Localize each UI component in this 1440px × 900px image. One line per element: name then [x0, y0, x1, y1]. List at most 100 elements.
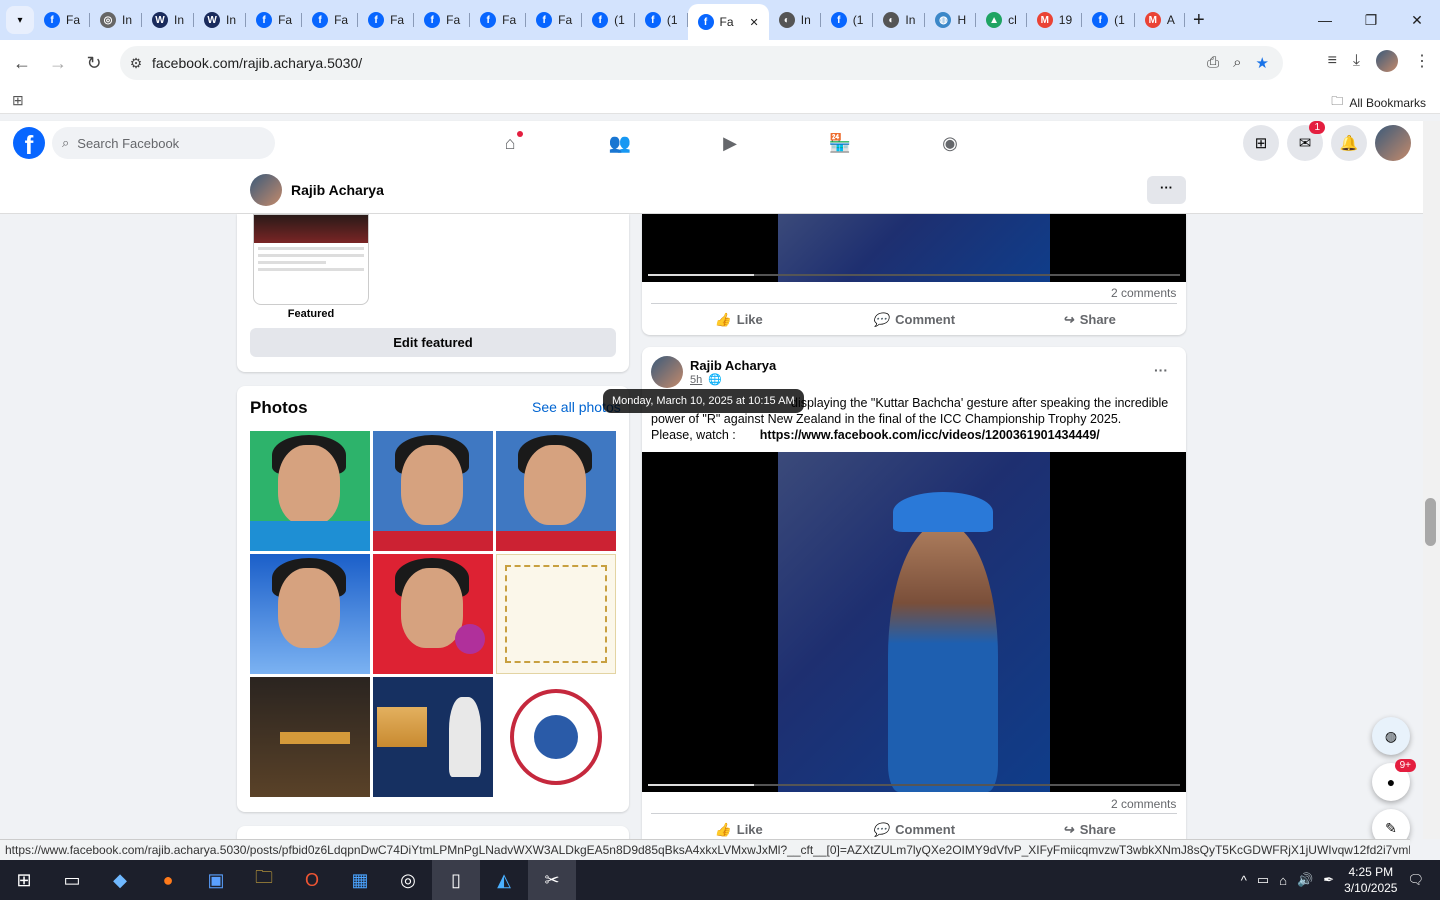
site-settings-icon[interactable]: ⚙ — [120, 55, 152, 72]
video-player[interactable] — [642, 452, 1186, 792]
edit-featured-button[interactable]: Edit featured — [250, 328, 616, 357]
post-author-name[interactable]: Rajib Acharya — [690, 358, 776, 373]
browser-tab[interactable]: ◎ In — [90, 4, 143, 36]
profile-avatar[interactable] — [1376, 50, 1398, 72]
video-player[interactable] — [642, 214, 1186, 282]
photo-thumb[interactable] — [250, 554, 370, 674]
comments-count[interactable]: 2 comments — [1111, 286, 1176, 300]
photo-thumb[interactable] — [250, 677, 370, 797]
browser-tab[interactable]: ◍ H — [925, 4, 976, 36]
browser-tab[interactable]: ◐ In — [769, 4, 821, 36]
photo-thumb[interactable] — [373, 677, 493, 797]
clock[interactable]: 4:25 PM 3/10/2025 — [1344, 864, 1397, 896]
more-options-button[interactable]: ··· — [1147, 176, 1186, 204]
browser-tab[interactable]: f Fa ✕ — [687, 4, 769, 40]
reload-icon[interactable]: ↻ — [76, 53, 112, 74]
network-icon[interactable]: ⌂ — [1279, 873, 1287, 888]
notifications-bell-icon[interactable]: 🔔 — [1331, 125, 1367, 161]
apps-grid-icon[interactable]: ⊞ — [12, 92, 24, 109]
omnibox[interactable]: ⚙ facebook.com/rajib.acharya.5030/ ⎙ ⌕ ★ — [120, 46, 1283, 80]
store-icon[interactable]: ▦ — [336, 860, 384, 900]
copilot-icon[interactable]: ◆ — [96, 860, 144, 900]
share-button[interactable]: ↪ Share — [1002, 822, 1177, 838]
post-menu-icon[interactable]: ··· — [1154, 362, 1168, 378]
post-timestamp[interactable]: 5h — [690, 374, 702, 386]
media-icon[interactable]: ≡ — [1328, 52, 1337, 70]
photos-app-icon[interactable]: ◭ — [480, 860, 528, 900]
photo-thumb[interactable] — [496, 431, 616, 551]
photo-thumb[interactable] — [496, 554, 616, 674]
browser-tab[interactable]: W In — [142, 4, 195, 36]
friends-icon[interactable]: 👥 — [565, 121, 675, 166]
search-input[interactable]: Search Facebook — [77, 136, 179, 151]
groups-icon[interactable]: ◉ — [895, 121, 1005, 166]
opera-icon[interactable]: O — [288, 860, 336, 900]
app-icon[interactable]: ▣ — [192, 860, 240, 900]
volume-icon[interactable]: 🔊 — [1297, 872, 1313, 888]
download-icon[interactable]: ⤓ — [1353, 52, 1360, 70]
browser-tab[interactable]: f Fa — [526, 4, 583, 36]
comment-button[interactable]: 💬 Comment — [826, 822, 1001, 838]
back-icon[interactable]: ← — [4, 53, 40, 74]
comments-count[interactable]: 2 comments — [1111, 797, 1176, 811]
zoom-icon[interactable]: ⌕ — [1233, 54, 1241, 72]
install-app-icon[interactable]: ⎙ — [1207, 54, 1219, 72]
browser-tab[interactable]: f (1 — [582, 4, 635, 36]
like-button[interactable]: 👍 Like — [651, 822, 826, 838]
chevron-up-icon[interactable]: ^ — [1241, 873, 1247, 888]
browser-tab[interactable]: f (1 — [635, 4, 688, 36]
browser-tab[interactable]: ▲ cl — [976, 4, 1027, 36]
messenger-icon[interactable]: ✉ 1 — [1287, 121, 1325, 161]
url-text[interactable]: facebook.com/rajib.acharya.5030/ — [152, 55, 362, 71]
close-tab-icon[interactable]: ✕ — [750, 16, 759, 29]
comment-button[interactable]: 💬 Comment — [826, 312, 1001, 328]
chrome-icon[interactable]: ◎ — [384, 860, 432, 900]
search-bar[interactable]: ⌕ Search Facebook — [52, 127, 275, 159]
browser-tab[interactable]: f Fa — [246, 4, 303, 36]
forward-icon[interactable]: → — [40, 53, 76, 74]
menu-kebab-icon[interactable]: ⋮ — [1414, 51, 1430, 71]
browser-tab[interactable]: f Fa — [470, 4, 527, 36]
home-icon[interactable]: ⌂ — [455, 121, 565, 166]
menu-grid-icon[interactable]: ⊞ — [1243, 125, 1279, 161]
notification-center-icon[interactable]: 🗨 — [1407, 872, 1424, 888]
photo-thumb[interactable] — [373, 554, 493, 674]
chat-bubble-icon[interactable]: ◍ — [1372, 717, 1410, 755]
all-bookmarks[interactable]: 🗀 All Bookmarks — [1331, 92, 1426, 113]
meet-icon[interactable]: ▭ — [1257, 872, 1269, 888]
facebook-logo-icon[interactable]: f — [13, 127, 45, 159]
browser-tab[interactable]: ◐ In — [873, 4, 926, 36]
browser-tab[interactable]: f (1 — [821, 4, 874, 36]
firefox-icon[interactable]: ● — [144, 860, 192, 900]
close-window-icon[interactable]: ✕ — [1394, 12, 1440, 29]
post-author-avatar[interactable] — [651, 356, 683, 388]
post-link[interactable]: https://www.facebook.com/icc/videos/1200… — [760, 428, 1100, 442]
new-tab-button[interactable]: + — [1185, 9, 1213, 32]
marketplace-icon[interactable]: 🏪 — [785, 121, 895, 166]
profile-avatar-small[interactable] — [250, 174, 282, 206]
photo-thumb[interactable] — [496, 677, 616, 797]
chat-bubble-icon[interactable]: ● 9+ — [1372, 759, 1416, 801]
share-button[interactable]: ↪ Share — [1002, 312, 1177, 328]
snipping-tool-icon[interactable]: ✂ — [528, 860, 576, 900]
restore-icon[interactable]: ❐ — [1348, 12, 1394, 29]
minimize-icon[interactable]: — — [1302, 12, 1348, 29]
browser-tab[interactable]: MA — [1135, 4, 1185, 36]
browser-tab[interactable]: f Fa — [34, 4, 91, 36]
like-button[interactable]: 👍 Like — [651, 312, 826, 328]
browser-tab[interactable]: W In — [194, 4, 247, 36]
pen-icon[interactable]: ✒ — [1323, 872, 1334, 888]
account-avatar[interactable] — [1375, 125, 1411, 161]
file-explorer-icon[interactable]: 🗀 — [240, 860, 288, 900]
photo-thumb[interactable] — [250, 431, 370, 551]
browser-tab[interactable]: f Fa — [302, 4, 359, 36]
browser-tab[interactable]: f Fa — [358, 4, 415, 36]
start-icon[interactable]: ⊞ — [0, 860, 48, 900]
browser-tab[interactable]: f Fa — [414, 4, 471, 36]
scrollbar-thumb[interactable] — [1425, 498, 1436, 546]
notepad-icon[interactable]: ▯ — [432, 860, 480, 900]
bookmark-star-icon[interactable]: ★ — [1256, 54, 1269, 72]
video-icon[interactable]: ▶ — [675, 121, 785, 166]
page-scrollbar[interactable] — [1423, 121, 1440, 839]
photo-thumb[interactable] — [373, 431, 493, 551]
